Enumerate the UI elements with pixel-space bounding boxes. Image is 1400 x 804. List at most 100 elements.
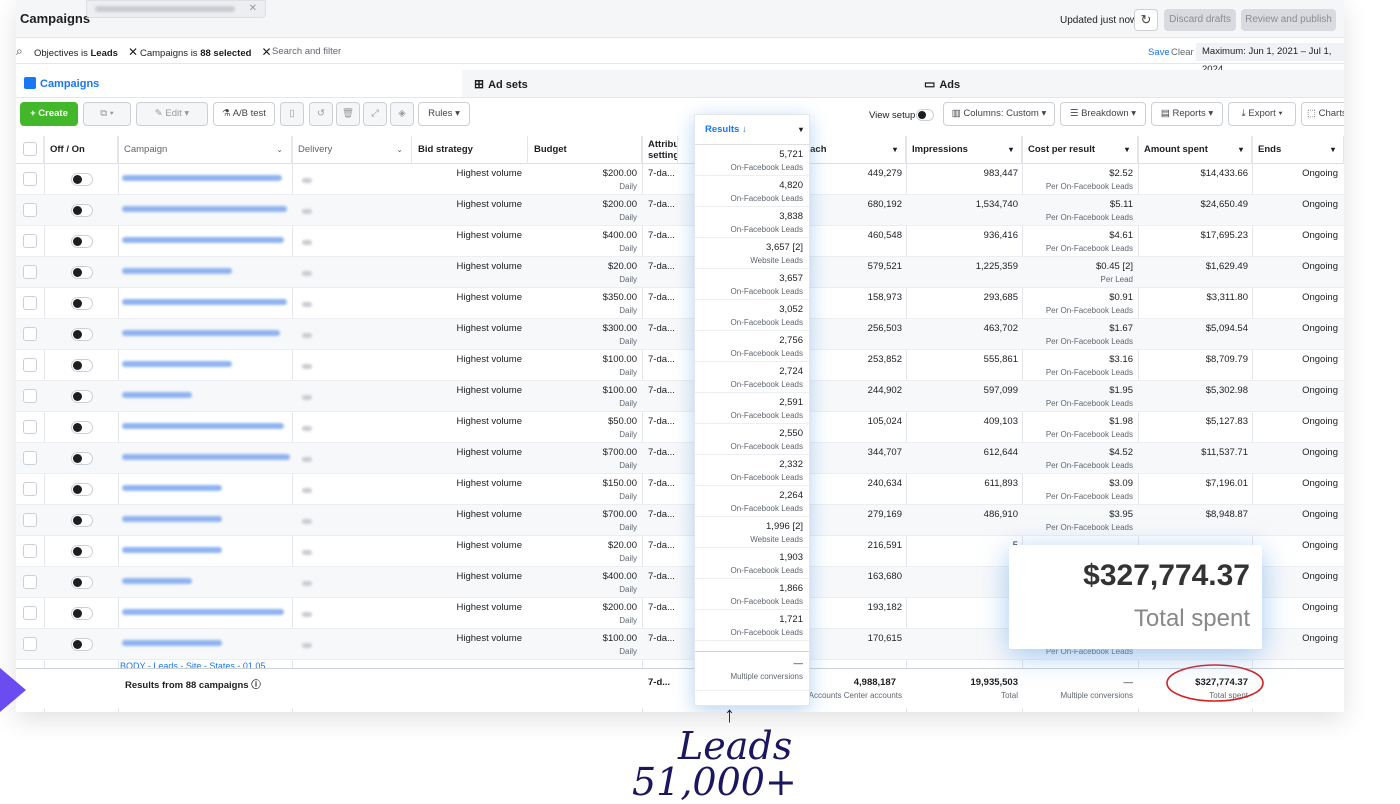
close-icon[interactable]: ✕	[249, 3, 257, 14]
campaign-toggle[interactable]	[71, 266, 93, 279]
edit-button[interactable]: ✎ Edit ▾	[136, 102, 208, 126]
row-checkbox[interactable]	[23, 420, 37, 434]
filter-chip-campaigns[interactable]: Campaigns is 88 selected ✕	[136, 43, 272, 61]
table-row[interactable]: Highest volume $20.00 Daily 7-da... 579,521 1…	[16, 257, 1344, 288]
search-input[interactable]: Search and filter	[272, 46, 341, 57]
campaign-toggle[interactable]	[71, 545, 93, 558]
ab-test-button[interactable]: ⚗ A/B test	[213, 102, 275, 126]
col-cost-per-result[interactable]: Cost per result ▾	[1022, 136, 1138, 164]
duplicate-button[interactable]: ⧉ ▾	[83, 102, 131, 126]
discard-drafts-button[interactable]: Discard drafts	[1164, 9, 1236, 31]
select-all-checkbox[interactable]	[23, 142, 37, 156]
account-selector[interactable]: ✕	[86, 0, 266, 18]
reports-button[interactable]: ▤ Reports ▾	[1151, 102, 1223, 126]
clear-filter-button[interactable]: Clear	[1171, 47, 1194, 58]
campaign-name-blurred[interactable]	[122, 299, 287, 305]
campaign-toggle[interactable]	[71, 328, 93, 341]
col-delivery[interactable]: Delivery ⌄	[292, 136, 412, 164]
row-checkbox[interactable]	[23, 606, 37, 620]
campaign-toggle[interactable]	[71, 421, 93, 434]
rules-button[interactable]: Rules ▾	[418, 102, 470, 126]
campaign-name-blurred[interactable]	[122, 485, 222, 491]
campaign-toggle[interactable]	[71, 359, 93, 372]
table-row[interactable]: Highest volume $150.00 Daily 7-da... 240,634…	[16, 474, 1344, 505]
campaign-name-blurred[interactable]	[122, 516, 222, 522]
col-budget[interactable]: Budget	[528, 136, 642, 164]
refresh-icon[interactable]: ↻	[1134, 9, 1158, 31]
table-row[interactable]: Highest volume $400.00 Daily 7-da... 460,548…	[16, 226, 1344, 257]
table-row[interactable]: Highest volume $300.00 Daily 7-da... 256,503…	[16, 319, 1344, 350]
row-checkbox[interactable]	[23, 203, 37, 217]
table-row[interactable]: Highest volume $100.00 Daily 7-da... 253,852…	[16, 350, 1344, 381]
review-publish-button[interactable]: Review and publish	[1241, 9, 1336, 31]
campaign-toggle[interactable]	[71, 173, 93, 186]
row-checkbox[interactable]	[23, 513, 37, 527]
charts-button[interactable]: ⬚ Charts	[1301, 102, 1344, 126]
table-row[interactable]: Highest volume $700.00 Daily 7-da... 279,169…	[16, 505, 1344, 536]
table-row[interactable]: Highest volume $200.00 Daily 7-da... 680,192…	[16, 195, 1344, 226]
create-button[interactable]: + Create	[20, 102, 78, 126]
preview-icon[interactable]: ⤢	[363, 102, 387, 126]
campaign-name-blurred[interactable]	[122, 640, 222, 646]
campaign-name-blurred[interactable]	[122, 175, 282, 181]
campaign-toggle[interactable]	[71, 607, 93, 620]
col-amount-spent[interactable]: Amount spent ▾	[1138, 136, 1252, 164]
delete-draft-icon[interactable]: ▯	[280, 102, 304, 126]
col-campaign[interactable]: Campaign ⌄	[118, 136, 292, 164]
col-ends[interactable]: Ends ▾	[1252, 136, 1344, 164]
campaign-name-blurred[interactable]	[122, 392, 192, 398]
tab-ads[interactable]: ▭ Ads	[914, 70, 1344, 98]
table-row[interactable]: Highest volume $50.00 Daily 7-da... 105,024 4…	[16, 412, 1344, 443]
row-checkbox[interactable]	[23, 172, 37, 186]
campaign-toggle[interactable]	[71, 638, 93, 651]
campaign-toggle[interactable]	[71, 452, 93, 465]
campaign-toggle[interactable]	[71, 576, 93, 589]
campaign-toggle[interactable]	[71, 297, 93, 310]
breakdown-button[interactable]: ☰ Breakdown ▾	[1060, 102, 1146, 126]
row-checkbox[interactable]	[23, 327, 37, 341]
campaign-name-blurred[interactable]	[122, 578, 192, 584]
undo-icon[interactable]: ↺	[309, 102, 333, 126]
tab-campaigns[interactable]: Campaigns	[16, 70, 462, 98]
row-checkbox[interactable]	[23, 637, 37, 651]
campaign-toggle[interactable]	[71, 204, 93, 217]
row-checkbox[interactable]	[23, 234, 37, 248]
row-checkbox[interactable]	[23, 575, 37, 589]
campaign-toggle[interactable]	[71, 483, 93, 496]
filter-chip-objectives[interactable]: Objectives is Leads ✕	[30, 43, 138, 61]
col-attribution[interactable]: Attribution setting	[642, 136, 678, 164]
columns-button[interactable]: ▥ Columns: Custom ▾	[943, 102, 1055, 126]
campaign-toggle[interactable]	[71, 390, 93, 403]
table-row[interactable]: Highest volume $200.00 Daily 7-da... 449,279…	[16, 164, 1344, 195]
view-setup-toggle[interactable]	[916, 109, 934, 121]
campaign-name-blurred[interactable]	[122, 237, 284, 243]
col-offon[interactable]: Off / On	[44, 136, 118, 164]
row-checkbox[interactable]	[23, 482, 37, 496]
table-row[interactable]: Highest volume $350.00 Daily 7-da... 158,973…	[16, 288, 1344, 319]
row-checkbox[interactable]	[23, 451, 37, 465]
row-checkbox[interactable]	[23, 544, 37, 558]
export-button[interactable]: ⤓ Export ▾	[1228, 102, 1296, 126]
tab-adsets[interactable]: ⊞ Ad sets	[462, 70, 914, 98]
date-range-picker[interactable]: Maximum: Jun 1, 2021 – Jul 1, 2024	[1196, 43, 1344, 75]
remove-filter-icon[interactable]: ✕	[261, 45, 271, 59]
col-impressions[interactable]: Impressions ▾	[906, 136, 1022, 164]
row-checkbox[interactable]	[23, 265, 37, 279]
save-filter-button[interactable]: Save	[1148, 47, 1170, 58]
table-row[interactable]: Highest volume $100.00 Daily 7-da... 244,902…	[16, 381, 1344, 412]
col-results[interactable]: Results ↓ ▾	[695, 115, 809, 145]
info-icon[interactable]: ⓘ	[251, 680, 261, 691]
campaign-name-blurred[interactable]	[122, 206, 287, 212]
campaign-name-blurred[interactable]	[122, 547, 222, 553]
row-checkbox[interactable]	[23, 389, 37, 403]
campaign-toggle[interactable]	[71, 235, 93, 248]
campaign-name-blurred[interactable]	[122, 268, 232, 274]
tag-icon[interactable]: ◈	[390, 102, 414, 126]
campaign-name-blurred[interactable]	[122, 454, 290, 460]
row-checkbox[interactable]	[23, 358, 37, 372]
campaign-name-blurred[interactable]	[122, 330, 280, 336]
table-row[interactable]: Highest volume $700.00 Daily 7-da... 344,707…	[16, 443, 1344, 474]
campaign-name-blurred[interactable]	[122, 361, 232, 367]
row-checkbox[interactable]	[23, 296, 37, 310]
trash-icon[interactable]: 🗑	[336, 102, 360, 126]
